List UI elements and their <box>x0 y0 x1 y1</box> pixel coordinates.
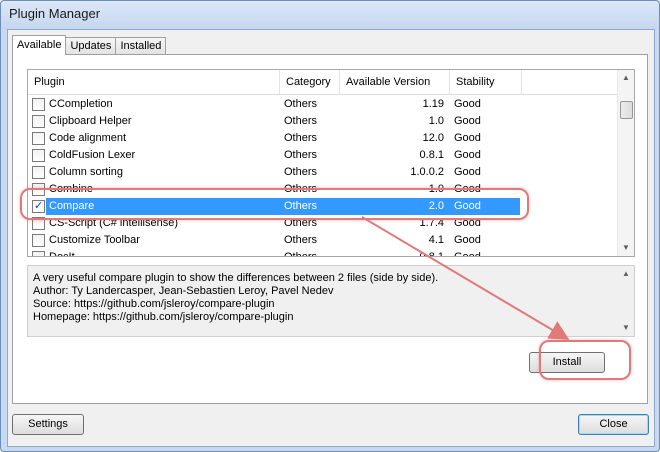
plugin-stability: Good <box>454 132 481 144</box>
plugin-rows: CCompletion Others 1.19 Good Clipboard Helpe… <box>28 96 618 257</box>
tab-installed[interactable]: Installed <box>115 37 167 55</box>
description-scrollbar[interactable]: ▲ ▼ <box>618 266 634 336</box>
tab-updates[interactable]: Updates <box>65 37 117 55</box>
plugin-name: Clipboard Helper <box>49 115 132 127</box>
scroll-thumb[interactable] <box>620 101 633 119</box>
plugin-version: 1.0.0.2 <box>410 166 444 178</box>
plugin-version: 0.8.1 <box>419 149 444 161</box>
plugin-checkbox[interactable] <box>32 132 45 145</box>
plugin-category: Others <box>284 98 318 110</box>
plugin-name: Customize Toolbar <box>49 234 140 246</box>
plugin-row[interactable]: ColdFusion Lexer Others 0.8.1 Good <box>28 147 618 164</box>
plugin-row[interactable]: Column sorting Others 1.0.0.2 Good <box>28 164 618 181</box>
list-header: Plugin Category Available Version Stabil… <box>28 70 618 95</box>
plugin-stability: Good <box>454 98 481 110</box>
plugin-manager-window: Plugin Manager Available Updates Install… <box>0 0 660 452</box>
column-header-stability[interactable]: Stability <box>450 70 522 94</box>
plugin-category: Others <box>284 234 318 246</box>
description-homepage: Homepage: https://github.com/jsleroy/com… <box>33 311 294 323</box>
description-author: Author: Ty Landercasper, Jean-Sebastien … <box>33 285 334 297</box>
plugin-checkbox[interactable] <box>32 234 45 247</box>
plugin-list-scrollbar[interactable]: ▲ ▼ <box>617 70 634 256</box>
plugin-version: 4.1 <box>428 234 444 246</box>
plugin-description-box[interactable]: A very useful compare plugin to show the… <box>27 265 635 337</box>
plugin-checkbox[interactable] <box>32 149 45 162</box>
plugin-row[interactable]: DocIt Others 0.8.1 Good <box>28 249 618 257</box>
plugin-category: Others <box>284 132 318 144</box>
plugin-name: Column sorting <box>49 166 123 178</box>
settings-button[interactable]: Settings <box>12 414 84 435</box>
plugin-list[interactable]: Plugin Category Available Version Stabil… <box>27 69 635 257</box>
plugin-name: DocIt <box>49 251 75 257</box>
plugin-stability: Good <box>454 234 481 246</box>
plugin-row[interactable]: Code alignment Others 12.0 Good <box>28 130 618 147</box>
plugin-stability: Good <box>454 115 481 127</box>
plugin-version: 12.0 <box>422 132 444 144</box>
plugin-stability: Good <box>454 149 481 161</box>
description-source: Source: https://github.com/jsleroy/compa… <box>33 298 275 310</box>
column-header-plugin[interactable]: Plugin <box>28 70 280 94</box>
plugin-category: Others <box>284 149 318 161</box>
plugin-checkbox[interactable] <box>32 98 45 111</box>
scroll-down-icon[interactable]: ▼ <box>618 240 634 256</box>
plugin-stability: Good <box>454 166 481 178</box>
window-title: Plugin Manager <box>9 6 101 21</box>
tab-strip: Available Updates Installed <box>12 35 167 55</box>
plugin-row[interactable]: CCompletion Others 1.19 Good <box>28 96 618 113</box>
description-text: A very useful compare plugin to show the… <box>33 272 439 284</box>
plugin-name: Code alignment <box>49 132 127 144</box>
install-button-highlight <box>539 340 631 380</box>
plugin-category: Others <box>284 251 318 257</box>
plugin-row[interactable]: Customize Toolbar Others 4.1 Good <box>28 232 618 249</box>
tab-available[interactable]: Available <box>12 35 67 55</box>
plugin-category: Others <box>284 115 318 127</box>
plugin-checkbox[interactable] <box>32 166 45 179</box>
plugin-version: 0.8.1 <box>419 251 444 257</box>
desc-scroll-down-icon[interactable]: ▼ <box>618 320 634 336</box>
column-header-category[interactable]: Category <box>280 70 340 94</box>
close-button[interactable]: Close <box>578 414 649 435</box>
plugin-name: ColdFusion Lexer <box>49 149 136 161</box>
plugin-checkbox[interactable] <box>32 115 45 128</box>
plugin-version: 1.19 <box>422 98 444 110</box>
plugin-category: Others <box>284 166 318 178</box>
compare-row-highlight <box>20 188 529 220</box>
plugin-stability: Good <box>454 251 481 257</box>
plugin-row[interactable]: Clipboard Helper Others 1.0 Good <box>28 113 618 130</box>
title-bar[interactable]: Plugin Manager <box>1 1 659 29</box>
plugin-version: 1.0 <box>428 115 444 127</box>
dialog-client-area: Available Updates Installed Plugin Categ… <box>7 29 655 447</box>
plugin-checkbox[interactable] <box>32 251 45 256</box>
desc-scroll-up-icon[interactable]: ▲ <box>618 266 634 282</box>
scroll-up-icon[interactable]: ▲ <box>618 70 634 86</box>
column-header-version[interactable]: Available Version <box>340 70 450 94</box>
plugin-name: CCompletion <box>49 98 113 110</box>
